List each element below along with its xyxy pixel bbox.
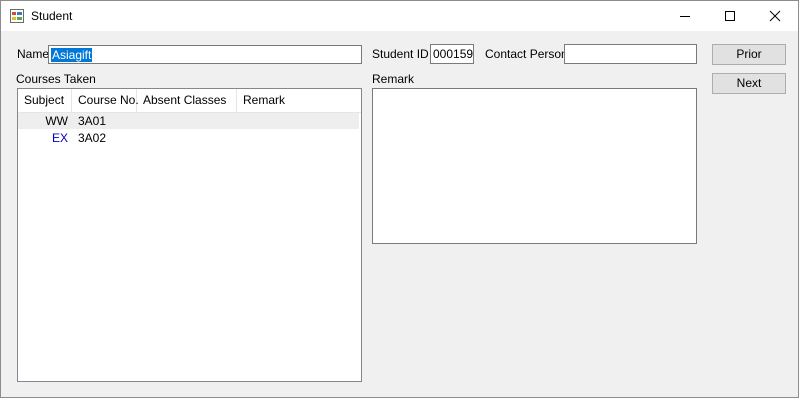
minimize-button[interactable]: [662, 1, 708, 31]
courses-taken-label: Courses Taken: [16, 72, 96, 86]
cell-course-no: 3A01: [78, 114, 107, 128]
student-id-label: Student ID: [372, 47, 429, 61]
table-row[interactable]: WW 3A01: [18, 113, 359, 129]
cell-subject: EX: [51, 131, 68, 145]
remark-label: Remark: [372, 72, 415, 86]
remark-textarea[interactable]: [372, 88, 697, 244]
student-id-value: 000159: [433, 47, 474, 61]
table-row[interactable]: EX 3A02: [18, 130, 359, 146]
column-absent-classes[interactable]: Absent Classes: [137, 89, 237, 112]
maximize-button[interactable]: [707, 1, 753, 31]
next-button[interactable]: Next: [712, 73, 786, 94]
app-form-icon: [10, 9, 24, 23]
name-value: Asiagift: [51, 48, 93, 62]
student-id-field[interactable]: 000159: [430, 44, 474, 64]
student-window: Student Name Asiagift Student ID 000159 …: [0, 0, 799, 398]
cell-subject: WW: [45, 114, 68, 128]
courses-header: Subject Course No. Absent Classes Remark: [18, 89, 361, 113]
title-bar[interactable]: Student: [1, 1, 798, 31]
column-remark[interactable]: Remark: [237, 89, 361, 112]
minimize-icon: [680, 16, 690, 17]
name-field[interactable]: Asiagift: [48, 45, 362, 64]
column-course-no[interactable]: Course No.: [72, 89, 139, 112]
close-icon: [769, 10, 781, 22]
contact-person-field[interactable]: [564, 44, 697, 64]
close-button[interactable]: [752, 1, 798, 31]
column-subject[interactable]: Subject: [18, 89, 72, 112]
cell-course-no: 3A02: [78, 131, 107, 145]
window-title: Student: [31, 9, 73, 23]
prior-button[interactable]: Prior: [712, 44, 786, 65]
courses-list[interactable]: Subject Course No. Absent Classes Remark…: [17, 88, 362, 382]
name-label: Name: [17, 47, 50, 61]
maximize-icon: [725, 11, 735, 21]
contact-person-label: Contact Person: [485, 47, 568, 61]
